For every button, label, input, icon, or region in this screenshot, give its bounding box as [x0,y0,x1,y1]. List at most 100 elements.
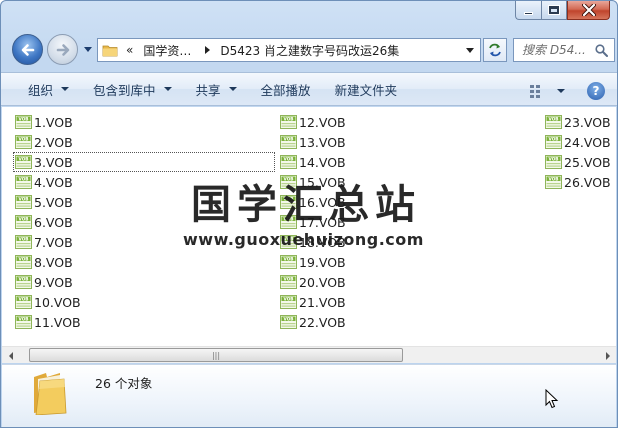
scrollbar-thumb[interactable]: ||| [29,348,403,362]
vob-file-icon: VOB [280,135,297,149]
folder-icon [102,45,118,57]
vob-file-icon: VOB [280,175,297,189]
file-name: 2.VOB [34,134,73,150]
file-item[interactable]: VOB 25.VOB [543,152,612,172]
breadcrumb-chevron-icon[interactable] [205,46,211,54]
file-item[interactable]: VOB 17.VOB [278,212,347,232]
file-item[interactable]: VOB 6.VOB [13,212,275,232]
file-name: 16.VOB [299,194,346,210]
minimize-button[interactable] [515,1,541,20]
file-item[interactable]: VOB 10.VOB [13,292,275,312]
horizontal-scrollbar[interactable]: ||| [2,346,616,363]
command-bar-right: ? [529,78,605,104]
file-item[interactable]: VOB 24.VOB [543,132,612,152]
svg-text:VOB: VOB [284,116,294,121]
vob-file-icon: VOB [280,215,297,229]
vob-file-icon: VOB [280,155,297,169]
scroll-right-button[interactable] [599,347,616,364]
svg-text:VOB: VOB [19,196,29,201]
vob-file-icon: VOB [545,115,562,129]
file-item[interactable]: VOB 19.VOB [278,252,347,272]
vob-file-icon: VOB [280,315,297,329]
back-button[interactable] [12,34,43,65]
close-icon [581,4,596,16]
search-icon[interactable] [595,44,608,57]
share-label: 共享 [195,82,221,98]
vob-file-icon: VOB [15,135,32,149]
file-item[interactable]: VOB 13.VOB [278,132,347,152]
svg-text:VOB: VOB [19,296,29,301]
file-item[interactable]: VOB 23.VOB [543,112,612,132]
vob-file-icon: VOB [280,235,297,249]
maximize-button[interactable] [541,1,567,20]
file-name: 20.VOB [299,274,346,290]
file-item[interactable]: VOB 9.VOB [13,272,275,292]
vob-file-icon: VOB [15,235,32,249]
file-item[interactable]: VOB 16.VOB [278,192,347,212]
breadcrumb-current[interactable]: D5423 肖之建数字号码改运26集 [220,42,399,59]
svg-text:VOB: VOB [284,136,294,141]
new-folder-button[interactable]: 新建文件夹 [325,76,408,102]
include-in-library-label: 包含到库中 [93,82,156,98]
organize-label: 组织 [28,82,54,98]
file-name: 13.VOB [299,134,346,150]
file-name: 1.VOB [34,114,73,130]
scroll-left-icon [8,351,13,360]
file-item[interactable]: VOB 15.VOB [278,172,347,192]
scroll-right-icon [605,351,610,360]
close-button[interactable] [567,1,610,20]
file-item[interactable]: VOB 3.VOB [13,152,275,172]
vob-file-icon: VOB [15,275,32,289]
chevron-down-icon [228,87,237,91]
svg-text:VOB: VOB [19,176,29,181]
file-item[interactable]: VOB 21.VOB [278,292,347,312]
breadcrumb-overflow[interactable]: « [126,43,133,57]
address-history-dropdown[interactable] [466,48,474,53]
scroll-left-button[interactable] [2,347,19,364]
play-all-button[interactable]: 全部播放 [251,76,321,102]
search-input[interactable] [522,43,594,57]
help-icon[interactable]: ? [587,82,605,100]
details-pane: 26 个对象 [2,364,616,427]
svg-text:VOB: VOB [19,116,29,121]
vob-file-icon: VOB [15,155,32,169]
view-options-dropdown[interactable] [547,78,565,104]
file-item[interactable]: VOB 22.VOB [278,312,347,332]
include-in-library-button[interactable]: 包含到库中 [83,76,182,102]
explorer-window: « 国学资… D5423 肖之建数字号码改运26集 组织 包含到库中 共享 全部… [0,0,618,428]
file-item[interactable]: VOB 8.VOB [13,252,275,272]
file-name: 10.VOB [34,294,81,310]
file-item[interactable]: VOB 18.VOB [278,232,347,252]
file-name: 6.VOB [34,214,73,230]
vob-file-icon: VOB [280,115,297,129]
svg-text:VOB: VOB [19,276,29,281]
file-item[interactable]: VOB 14.VOB [278,152,347,172]
svg-text:VOB: VOB [19,236,29,241]
vob-file-icon: VOB [280,275,297,289]
file-item[interactable]: VOB 12.VOB [278,112,347,132]
share-button[interactable]: 共享 [186,76,247,102]
address-bar[interactable]: « 国学资… D5423 肖之建数字号码改运26集 [97,38,481,62]
forward-button[interactable] [47,34,78,65]
file-name: 17.VOB [299,214,346,230]
file-item[interactable]: VOB 26.VOB [543,172,612,192]
refresh-button[interactable] [483,38,507,62]
file-item[interactable]: VOB 4.VOB [13,172,275,192]
vob-file-icon: VOB [545,175,562,189]
search-box[interactable] [513,38,615,62]
recent-pages-dropdown[interactable] [84,47,92,52]
file-item[interactable]: VOB 7.VOB [13,232,275,252]
file-item[interactable]: VOB 5.VOB [13,192,275,212]
mouse-cursor-icon [545,389,559,409]
file-item[interactable]: VOB 11.VOB [13,312,275,332]
back-arrow-icon [21,43,34,56]
change-view-icon[interactable] [529,84,547,98]
file-item[interactable]: VOB 1.VOB [13,112,275,132]
file-item[interactable]: VOB 20.VOB [278,272,347,292]
file-name: 23.VOB [564,114,611,130]
file-name: 11.VOB [34,314,81,330]
file-item[interactable]: VOB 2.VOB [13,132,275,152]
breadcrumb-item[interactable]: 国学资… [143,42,191,59]
organize-button[interactable]: 组织 [18,76,79,102]
file-list[interactable]: VOB 1.VOB VOB 2.VOB VOB 3.VOB VOB 4.VOB VOB 5.VOB… [2,107,616,347]
